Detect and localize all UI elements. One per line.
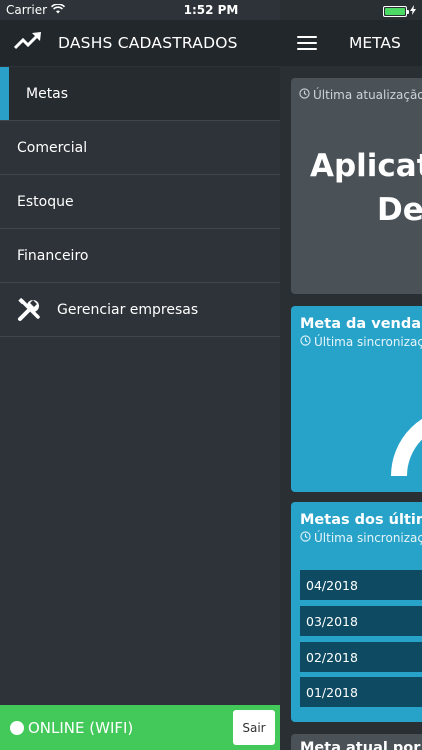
clock-icon: [300, 335, 311, 349]
sidebar-item-gerenciar-empresas[interactable]: Gerenciar empresas: [0, 283, 280, 337]
gauge-chart: [391, 419, 422, 476]
sidebar-item-metas[interactable]: Metas: [0, 67, 280, 121]
card-subtitle: Última sincronizaç: [300, 335, 422, 349]
online-indicator-icon: [10, 720, 24, 735]
card-title: Metas dos últim: [300, 512, 422, 528]
info-heading-line2: Dem: [377, 192, 422, 228]
sidebar-item-label: Metas: [26, 85, 69, 102]
sidebar-item-comercial[interactable]: Comercial: [0, 121, 280, 175]
last-update-label: Última atualização: [313, 88, 422, 102]
status-time: 1:52 PM: [183, 3, 239, 17]
sidebar-item-label: Gerenciar empresas: [57, 301, 199, 318]
sidebar-title: DASHS CADASTRADOS: [58, 34, 238, 52]
sidebar-header: DASHS CADASTRADOS: [0, 20, 280, 66]
connection-status-bar: ONLINE (WIFI) Sair: [0, 705, 280, 750]
sidebar-nav: Metas Comercial Estoque Financeiro Geren…: [0, 67, 280, 337]
info-card: Última atualização Aplicat Dem: [291, 78, 422, 294]
main-header: METAS: [280, 20, 422, 66]
logout-button[interactable]: Sair: [233, 710, 275, 745]
page-title: METAS: [349, 34, 401, 52]
card-title: Meta atual por: [300, 740, 421, 750]
charging-icon: [410, 4, 416, 18]
current-goal-card: Meta atual por: [291, 734, 422, 750]
sync-label: Última sincronizaç: [314, 335, 422, 349]
last-update-stamp: Última atualização: [299, 88, 422, 102]
card-subtitle: Última sincronizaç: [300, 531, 422, 545]
sidebar-item-label: Financeiro: [17, 247, 89, 264]
sidebar-item-label: Comercial: [17, 139, 88, 156]
status-right: [383, 4, 416, 18]
month-row[interactable]: 04/2018: [300, 570, 422, 600]
clock-icon: [299, 88, 310, 102]
main-content: METAS Última atualização Aplicat Dem Met…: [280, 0, 422, 750]
battery-icon: [383, 5, 409, 17]
tools-icon: [17, 297, 43, 322]
info-heading-line1: Aplicat: [310, 148, 422, 184]
sidebar-item-estoque[interactable]: Estoque: [0, 175, 280, 229]
status-bar: Carrier 1:52 PM: [0, 0, 422, 20]
card-title: Meta da venda m: [300, 316, 422, 332]
sync-label: Última sincronizaç: [314, 531, 422, 545]
sidebar-item-financeiro[interactable]: Financeiro: [0, 229, 280, 283]
sales-goal-card[interactable]: Meta da venda m Última sincronizaç: [291, 306, 422, 492]
month-row[interactable]: 02/2018: [300, 642, 422, 672]
recent-goals-card: Metas dos últim Última sincronizaç 04/20…: [291, 502, 422, 722]
trending-up-icon: [13, 32, 42, 54]
sidebar-item-label: Estoque: [17, 193, 74, 210]
connection-status-text: ONLINE (WIFI): [28, 718, 134, 737]
hamburger-menu-icon[interactable]: [297, 36, 317, 50]
sidebar: DASHS CADASTRADOS Metas Comercial Estoqu…: [0, 0, 280, 750]
month-row[interactable]: 01/2018: [300, 677, 422, 707]
clock-icon: [300, 531, 311, 545]
month-row[interactable]: 03/2018: [300, 606, 422, 636]
